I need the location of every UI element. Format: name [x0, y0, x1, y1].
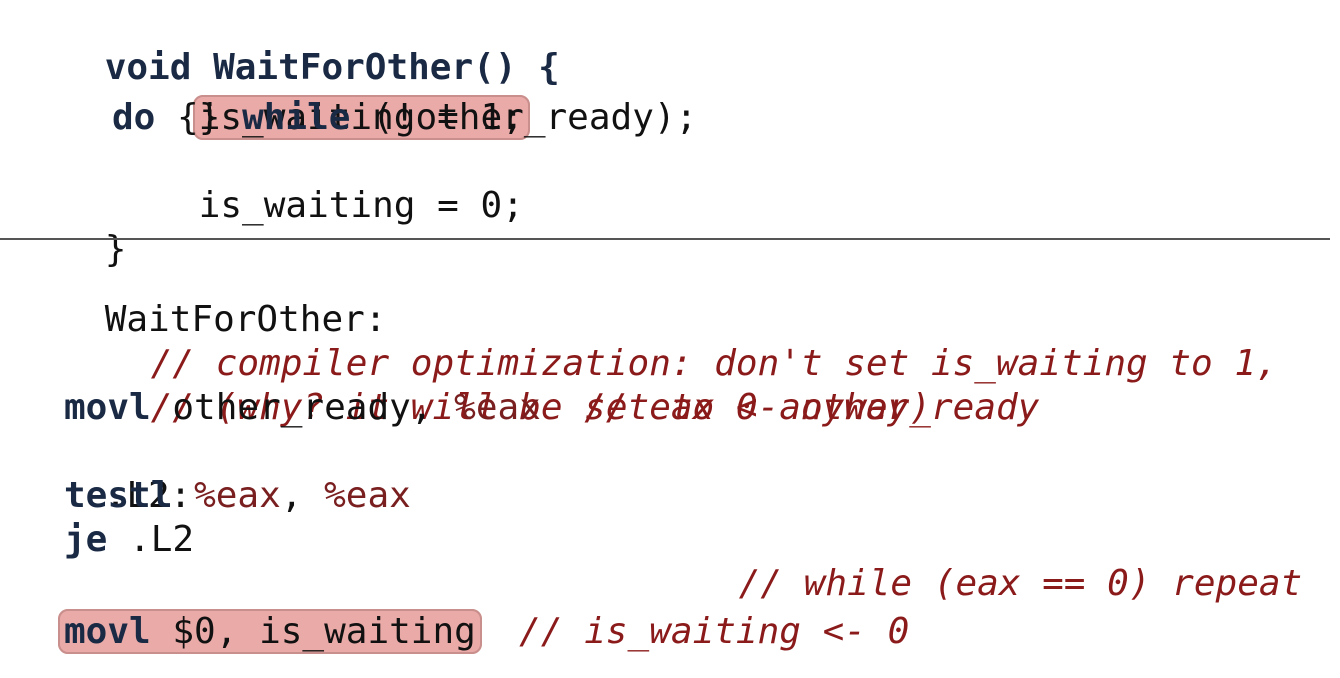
highlighted-statement-store-zero: movl $0, is_waiting: [58, 609, 482, 654]
store-comment: // is_waiting <- 0: [519, 611, 910, 652]
c-line-function-signature: void WaitForOther() {: [18, 2, 560, 88]
loop-comment: // while (eax == 0) repeat: [738, 563, 1303, 604]
asm-line-movl-store: movl $0, is_waiting // is_waiting <- 0: [58, 609, 910, 654]
asm-line-je-comment: // while (eax == 0) repeat: [652, 518, 1303, 604]
asm-line-je: je .L2: [64, 518, 194, 562]
opcode-movl: movl: [64, 387, 151, 428]
register-eax-2: %eax: [324, 475, 411, 516]
asm-line-testl: testl %eax, %eax: [64, 474, 411, 518]
c-line-do-while: do {} while (!other_ready);: [112, 96, 697, 140]
section-divider: [0, 238, 1330, 240]
asm-line-ellipsis: ...: [64, 562, 216, 648]
asm-line-movl-load: movl other_ready, %eax // eax <- other_r…: [64, 386, 1039, 430]
register-eax: %eax: [454, 387, 541, 428]
c-line-closing-brace: }: [18, 184, 127, 270]
movl-operands: other_ready,: [150, 387, 455, 428]
asm-line-label: WaitForOther:: [18, 254, 387, 340]
keyword-do: do: [112, 97, 156, 138]
keyword-while: while: [242, 97, 351, 138]
asm-line-comment-2: // (why? it will be set to 0 anyway): [64, 342, 931, 428]
movl-store-operands: $0, is_waiting: [150, 611, 476, 652]
asm-line-comment-1: // compiler optimization: don't set is_w…: [64, 298, 1278, 384]
statement-reset-waiting: is_waiting = 0;: [198, 185, 524, 226]
code-slide: void WaitForOther() { is_waiting = 1; do…: [0, 0, 1340, 678]
register-eax-1: %eax: [194, 475, 281, 516]
je-target: .L2: [107, 519, 195, 560]
opcode-movl-store: movl: [64, 611, 151, 652]
c-line-set-waiting-0: is_waiting = 0;: [112, 140, 524, 226]
asm-line-l2-label: .L2:: [18, 430, 192, 516]
opcode-je: je: [64, 519, 108, 560]
c-line-set-waiting-1: is_waiting = 1;: [112, 52, 530, 140]
do-body: {}: [155, 97, 243, 138]
while-condition: (!other_ready);: [350, 97, 698, 138]
load-comment: // eax <- other_ready: [584, 387, 1040, 428]
opcode-testl: testl: [64, 475, 173, 516]
operand-separator: ,: [280, 475, 325, 516]
